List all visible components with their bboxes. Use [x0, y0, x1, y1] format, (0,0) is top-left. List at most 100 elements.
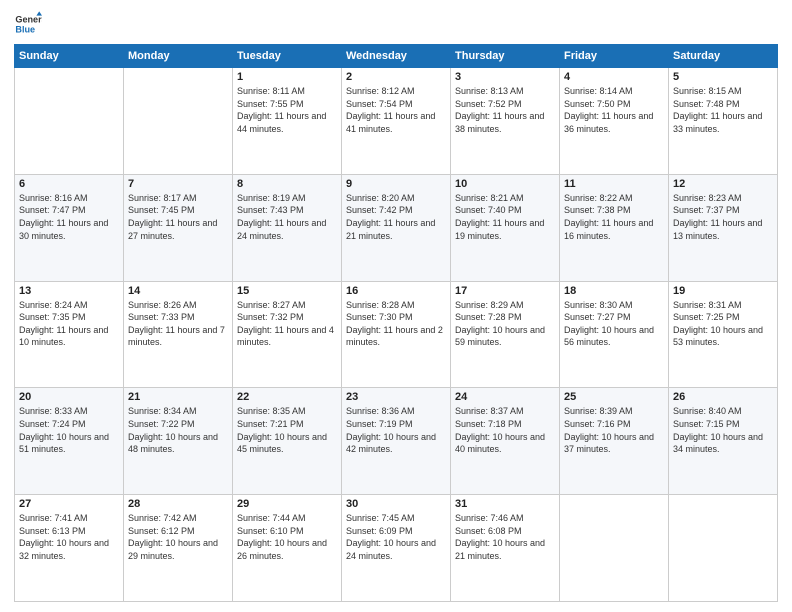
day-number: 25: [564, 391, 664, 403]
day-number: 27: [19, 498, 119, 510]
sunset-text: Sunset: 6:12 PM: [128, 526, 195, 536]
calendar-body: 1 Sunrise: 8:11 AM Sunset: 7:55 PM Dayli…: [15, 68, 778, 602]
sunrise-text: Sunrise: 8:19 AM: [237, 193, 306, 203]
daylight-text: Daylight: 10 hours and 45 minutes.: [237, 432, 327, 455]
calendar-cell: 30 Sunrise: 7:45 AM Sunset: 6:09 PM Dayl…: [342, 495, 451, 602]
logo: General Blue: [14, 10, 42, 38]
day-number: 23: [346, 391, 446, 403]
day-number: 11: [564, 178, 664, 190]
daylight-text: Daylight: 10 hours and 26 minutes.: [237, 538, 327, 561]
sunset-text: Sunset: 7:43 PM: [237, 205, 304, 215]
day-number: 18: [564, 285, 664, 297]
sunset-text: Sunset: 6:10 PM: [237, 526, 304, 536]
daylight-text: Daylight: 11 hours and 4 minutes.: [237, 325, 334, 348]
sunset-text: Sunset: 7:16 PM: [564, 419, 631, 429]
day-number: 17: [455, 285, 555, 297]
daylight-text: Daylight: 11 hours and 41 minutes.: [346, 111, 435, 134]
sunset-text: Sunset: 7:48 PM: [673, 99, 740, 109]
day-info: Sunrise: 8:23 AM Sunset: 7:37 PM Dayligh…: [673, 192, 773, 242]
day-info: Sunrise: 8:28 AM Sunset: 7:30 PM Dayligh…: [346, 299, 446, 349]
daylight-text: Daylight: 11 hours and 38 minutes.: [455, 111, 544, 134]
daylight-text: Daylight: 11 hours and 44 minutes.: [237, 111, 326, 134]
calendar-cell: 5 Sunrise: 8:15 AM Sunset: 7:48 PM Dayli…: [669, 68, 778, 175]
calendar-cell: [560, 495, 669, 602]
sunrise-text: Sunrise: 8:21 AM: [455, 193, 524, 203]
daylight-text: Daylight: 11 hours and 30 minutes.: [19, 218, 108, 241]
day-info: Sunrise: 8:37 AM Sunset: 7:18 PM Dayligh…: [455, 405, 555, 455]
calendar-cell: 28 Sunrise: 7:42 AM Sunset: 6:12 PM Dayl…: [124, 495, 233, 602]
sunset-text: Sunset: 6:08 PM: [455, 526, 522, 536]
calendar-cell: 9 Sunrise: 8:20 AM Sunset: 7:42 PM Dayli…: [342, 174, 451, 281]
day-info: Sunrise: 8:13 AM Sunset: 7:52 PM Dayligh…: [455, 85, 555, 135]
day-number: 3: [455, 71, 555, 83]
day-info: Sunrise: 8:39 AM Sunset: 7:16 PM Dayligh…: [564, 405, 664, 455]
sunset-text: Sunset: 7:38 PM: [564, 205, 631, 215]
day-number: 5: [673, 71, 773, 83]
sunset-text: Sunset: 7:28 PM: [455, 312, 522, 322]
sunrise-text: Sunrise: 8:22 AM: [564, 193, 633, 203]
calendar-cell: 6 Sunrise: 8:16 AM Sunset: 7:47 PM Dayli…: [15, 174, 124, 281]
day-info: Sunrise: 8:36 AM Sunset: 7:19 PM Dayligh…: [346, 405, 446, 455]
sunset-text: Sunset: 7:47 PM: [19, 205, 86, 215]
sunrise-text: Sunrise: 8:14 AM: [564, 86, 633, 96]
day-number: 30: [346, 498, 446, 510]
sunrise-text: Sunrise: 8:30 AM: [564, 300, 633, 310]
sunset-text: Sunset: 7:55 PM: [237, 99, 304, 109]
calendar-week-row: 13 Sunrise: 8:24 AM Sunset: 7:35 PM Dayl…: [15, 281, 778, 388]
sunset-text: Sunset: 7:40 PM: [455, 205, 522, 215]
calendar-cell: 1 Sunrise: 8:11 AM Sunset: 7:55 PM Dayli…: [233, 68, 342, 175]
daylight-text: Daylight: 10 hours and 56 minutes.: [564, 325, 654, 348]
calendar-cell: 12 Sunrise: 8:23 AM Sunset: 7:37 PM Dayl…: [669, 174, 778, 281]
sunset-text: Sunset: 7:19 PM: [346, 419, 413, 429]
sunrise-text: Sunrise: 8:34 AM: [128, 406, 197, 416]
daylight-text: Daylight: 10 hours and 29 minutes.: [128, 538, 218, 561]
day-info: Sunrise: 7:44 AM Sunset: 6:10 PM Dayligh…: [237, 512, 337, 562]
calendar-cell: 11 Sunrise: 8:22 AM Sunset: 7:38 PM Dayl…: [560, 174, 669, 281]
sunrise-text: Sunrise: 8:12 AM: [346, 86, 415, 96]
daylight-text: Daylight: 11 hours and 2 minutes.: [346, 325, 443, 348]
sunset-text: Sunset: 7:15 PM: [673, 419, 740, 429]
weekday-header-sunday: Sunday: [15, 45, 124, 68]
daylight-text: Daylight: 11 hours and 16 minutes.: [564, 218, 653, 241]
day-number: 31: [455, 498, 555, 510]
day-info: Sunrise: 8:34 AM Sunset: 7:22 PM Dayligh…: [128, 405, 228, 455]
calendar-cell: 15 Sunrise: 8:27 AM Sunset: 7:32 PM Dayl…: [233, 281, 342, 388]
day-number: 8: [237, 178, 337, 190]
daylight-text: Daylight: 10 hours and 37 minutes.: [564, 432, 654, 455]
sunrise-text: Sunrise: 7:45 AM: [346, 513, 415, 523]
calendar-cell: 13 Sunrise: 8:24 AM Sunset: 7:35 PM Dayl…: [15, 281, 124, 388]
day-number: 2: [346, 71, 446, 83]
sunrise-text: Sunrise: 8:28 AM: [346, 300, 415, 310]
daylight-text: Daylight: 11 hours and 27 minutes.: [128, 218, 217, 241]
day-number: 4: [564, 71, 664, 83]
weekday-header-thursday: Thursday: [451, 45, 560, 68]
day-number: 15: [237, 285, 337, 297]
sunset-text: Sunset: 7:18 PM: [455, 419, 522, 429]
daylight-text: Daylight: 11 hours and 24 minutes.: [237, 218, 326, 241]
day-number: 14: [128, 285, 228, 297]
sunset-text: Sunset: 7:45 PM: [128, 205, 195, 215]
day-info: Sunrise: 7:41 AM Sunset: 6:13 PM Dayligh…: [19, 512, 119, 562]
sunrise-text: Sunrise: 7:41 AM: [19, 513, 88, 523]
sunrise-text: Sunrise: 8:11 AM: [237, 86, 305, 96]
sunrise-text: Sunrise: 7:42 AM: [128, 513, 197, 523]
calendar-cell: 27 Sunrise: 7:41 AM Sunset: 6:13 PM Dayl…: [15, 495, 124, 602]
daylight-text: Daylight: 10 hours and 40 minutes.: [455, 432, 545, 455]
daylight-text: Daylight: 11 hours and 33 minutes.: [673, 111, 762, 134]
day-number: 20: [19, 391, 119, 403]
sunset-text: Sunset: 7:33 PM: [128, 312, 195, 322]
weekday-header-friday: Friday: [560, 45, 669, 68]
daylight-text: Daylight: 11 hours and 10 minutes.: [19, 325, 108, 348]
sunset-text: Sunset: 7:24 PM: [19, 419, 86, 429]
sunrise-text: Sunrise: 8:26 AM: [128, 300, 197, 310]
calendar-cell: [15, 68, 124, 175]
calendar-cell: 25 Sunrise: 8:39 AM Sunset: 7:16 PM Dayl…: [560, 388, 669, 495]
sunset-text: Sunset: 7:42 PM: [346, 205, 413, 215]
weekday-header-saturday: Saturday: [669, 45, 778, 68]
svg-text:Blue: Blue: [15, 24, 35, 34]
daylight-text: Daylight: 10 hours and 48 minutes.: [128, 432, 218, 455]
calendar-week-row: 1 Sunrise: 8:11 AM Sunset: 7:55 PM Dayli…: [15, 68, 778, 175]
sunset-text: Sunset: 7:25 PM: [673, 312, 740, 322]
calendar-cell: 17 Sunrise: 8:29 AM Sunset: 7:28 PM Dayl…: [451, 281, 560, 388]
sunrise-text: Sunrise: 8:33 AM: [19, 406, 88, 416]
